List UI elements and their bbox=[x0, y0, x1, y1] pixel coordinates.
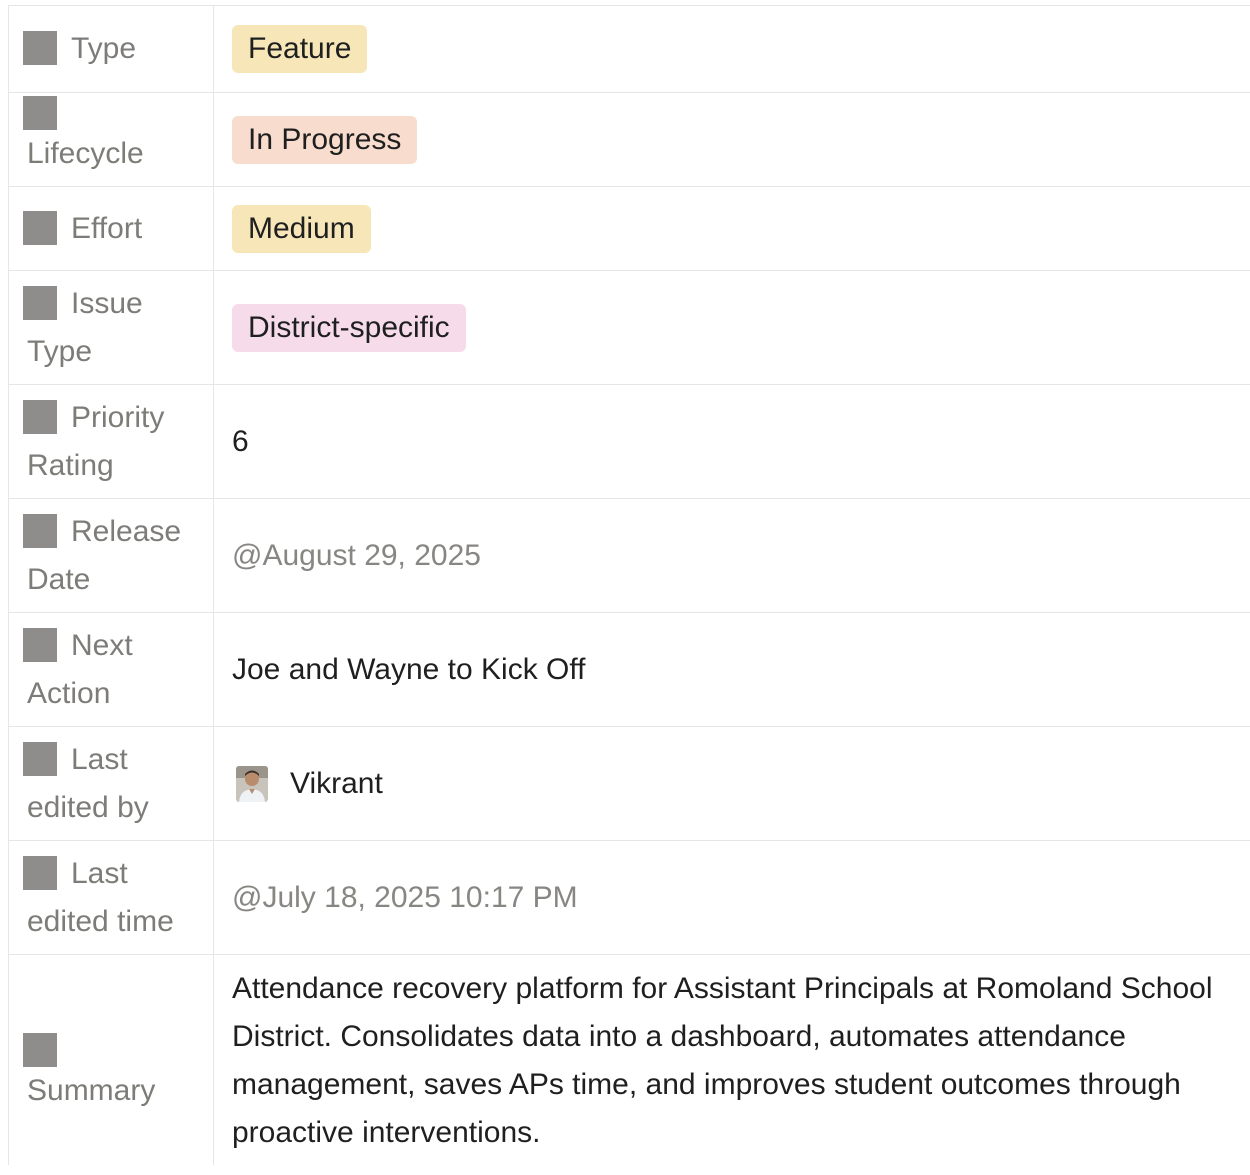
editor-name[interactable]: Vikrant bbox=[290, 760, 383, 808]
property-label-text: Last bbox=[71, 856, 128, 890]
property-row-last-edited-time: Last edited time @July 18, 2025 10:17 PM bbox=[9, 841, 1250, 955]
property-label-priority-rating[interactable]: Priority Rating bbox=[9, 385, 214, 498]
next-action-value: Joe and Wayne to Kick Off bbox=[232, 652, 586, 686]
user-avatar-icon[interactable] bbox=[236, 765, 268, 802]
property-type-icon bbox=[23, 855, 57, 890]
property-value-issue-type[interactable]: District-specific bbox=[214, 271, 1250, 384]
property-label-issue-type[interactable]: Issue Type bbox=[9, 271, 214, 384]
property-label-lifecycle[interactable]: Lifecycle bbox=[9, 93, 214, 186]
property-value-last-edited-by[interactable]: Vikrant bbox=[214, 727, 1250, 840]
property-label-text: Type bbox=[71, 32, 137, 65]
property-value-priority-rating[interactable]: 6 bbox=[214, 385, 1250, 498]
property-label-text: Priority bbox=[71, 400, 165, 434]
property-label-text: Next bbox=[71, 628, 133, 662]
property-label-text: Release bbox=[71, 514, 182, 548]
property-row-priority-rating: Priority Rating 6 bbox=[9, 385, 1250, 499]
property-type-icon bbox=[23, 285, 57, 320]
property-type-icon bbox=[23, 31, 57, 65]
property-label-text: Last bbox=[71, 742, 128, 776]
property-row-type: Type Feature bbox=[9, 6, 1250, 93]
last-edited-time-value: @July 18, 2025 10:17 PM bbox=[232, 880, 578, 914]
property-value-release-date[interactable]: @August 29, 2025 bbox=[214, 499, 1250, 612]
property-label-release-date[interactable]: Release Date bbox=[9, 499, 214, 612]
property-row-release-date: Release Date @August 29, 2025 bbox=[9, 499, 1250, 613]
property-label-text-line2: Type bbox=[27, 334, 93, 368]
property-label-type[interactable]: Type bbox=[9, 6, 214, 92]
property-row-lifecycle: Lifecycle In Progress bbox=[9, 93, 1250, 187]
property-value-effort[interactable]: Medium bbox=[214, 187, 1250, 270]
summary-text[interactable]: Attendance recovery platform for Assista… bbox=[232, 955, 1249, 1175]
property-row-next-action: Next Action Joe and Wayne to Kick Off bbox=[9, 613, 1250, 727]
property-label-text: Effort bbox=[71, 211, 143, 245]
property-type-icon bbox=[23, 627, 57, 662]
lifecycle-tag[interactable]: In Progress bbox=[232, 115, 418, 164]
property-label-text-line2: Rating bbox=[27, 448, 114, 482]
property-label-summary[interactable]: Summary bbox=[9, 955, 214, 1165]
property-type-icon bbox=[23, 96, 57, 130]
property-type-icon bbox=[23, 741, 57, 776]
priority-rating-value: 6 bbox=[232, 424, 249, 458]
property-row-summary: Summary Attendance recovery platform for… bbox=[9, 955, 1250, 1165]
property-row-issue-type: Issue Type District-specific bbox=[9, 271, 1250, 385]
type-tag[interactable]: Feature bbox=[232, 25, 368, 73]
effort-tag[interactable]: Medium bbox=[232, 204, 371, 253]
property-type-icon bbox=[23, 210, 57, 245]
property-label-last-edited-by[interactable]: Last edited by bbox=[9, 727, 214, 840]
property-value-lifecycle[interactable]: In Progress bbox=[214, 93, 1250, 186]
property-type-icon bbox=[23, 1033, 57, 1067]
property-table: Type Feature Lifecycle In Progress Effor… bbox=[8, 5, 1250, 1165]
issue-type-tag[interactable]: District-specific bbox=[232, 303, 466, 352]
property-label-text-line2: Action bbox=[27, 676, 111, 710]
property-label-text: Summary bbox=[27, 1074, 156, 1107]
property-value-last-edited-time: @July 18, 2025 10:17 PM bbox=[214, 841, 1250, 954]
property-label-last-edited-time[interactable]: Last edited time bbox=[9, 841, 214, 954]
property-value-next-action[interactable]: Joe and Wayne to Kick Off bbox=[214, 613, 1250, 726]
property-label-text: Lifecycle bbox=[27, 137, 144, 170]
property-value-type[interactable]: Feature bbox=[214, 6, 1250, 92]
property-row-effort: Effort Medium bbox=[9, 187, 1250, 271]
property-label-next-action[interactable]: Next Action bbox=[9, 613, 214, 726]
property-type-icon bbox=[23, 399, 57, 434]
property-label-text-line2: edited by bbox=[27, 790, 149, 824]
property-row-last-edited-by: Last edited by Vikrant bbox=[9, 727, 1250, 841]
release-date-mention[interactable]: @August 29, 2025 bbox=[232, 532, 481, 580]
property-label-effort[interactable]: Effort bbox=[9, 187, 214, 270]
property-value-summary[interactable]: Attendance recovery platform for Assista… bbox=[214, 955, 1250, 1165]
property-label-text-line2: edited time bbox=[27, 904, 174, 938]
property-type-icon bbox=[23, 513, 57, 548]
property-label-text-line2: Date bbox=[27, 562, 91, 596]
property-label-text: Issue bbox=[71, 286, 143, 320]
